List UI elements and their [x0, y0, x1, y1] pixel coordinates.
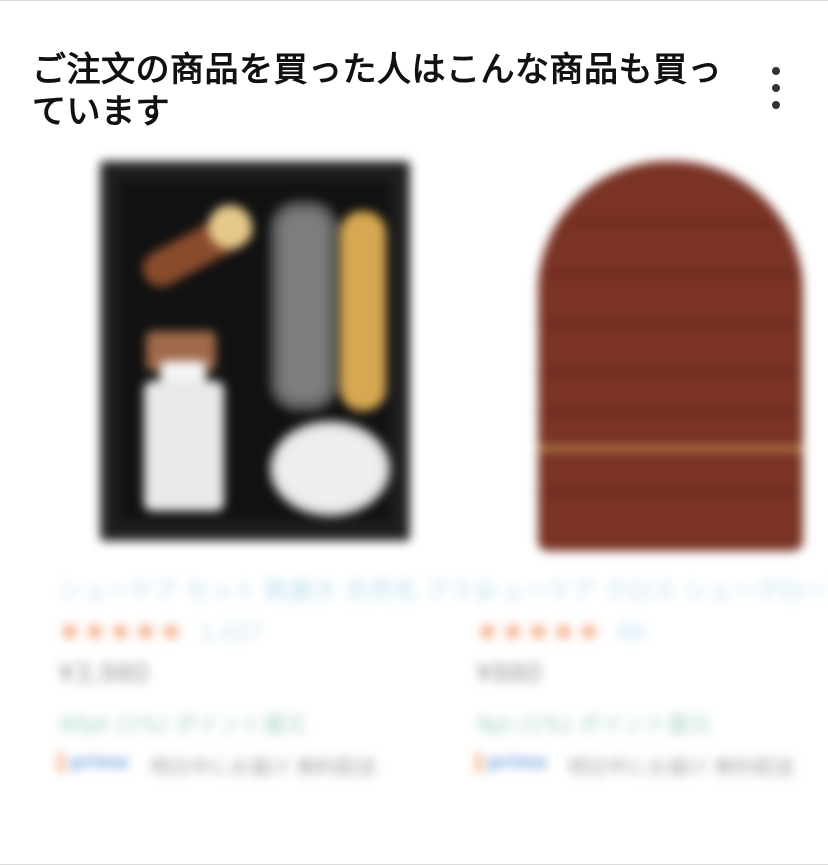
dot [772, 101, 780, 109]
product-price: ¥3,980 [58, 659, 149, 689]
product-image[interactable] [468, 151, 828, 551]
star-rating[interactable]: ★★★★★ [476, 617, 603, 647]
prime-badge: prime [58, 753, 142, 773]
more-vertical-icon[interactable] [756, 63, 796, 113]
points-text: 9pt (1%) ポイント還元 [476, 713, 711, 738]
review-count[interactable]: 86 [618, 621, 646, 646]
review-count[interactable]: 1,427 [200, 621, 263, 646]
delivery-text: 明日中にお届け 無料配送 [568, 755, 795, 779]
product-title-link[interactable]: シューケア クロス シューグローブ [476, 571, 828, 606]
recommendation-widget: ご注文の商品を買った人はこんな商品も買っています シューケア セット 靴磨き 天… [0, 0, 828, 865]
product-card[interactable]: シューケア クロス シューグローブ ★★★★★ 86 ¥880 9pt (1%)… [468, 151, 828, 791]
dot [772, 67, 780, 75]
prime-badge: prime [476, 753, 560, 773]
points-text: 40pt (1%) ポイント還元 [58, 713, 307, 738]
product-title-link[interactable]: シューケア セット 靴磨き 天然毛 ブラシ [58, 571, 496, 606]
shoe-care-kit-image [100, 161, 410, 541]
product-price: ¥880 [476, 659, 543, 689]
product-image[interactable] [50, 151, 420, 551]
delivery-text: 明日中にお届け 無料配送 [150, 755, 377, 779]
widget-title: ご注文の商品を買った人はこんな商品も買っています [32, 50, 722, 132]
star-rating[interactable]: ★★★★★ [58, 617, 185, 647]
dot [772, 84, 780, 92]
shoe-mitt-image [538, 161, 803, 551]
product-card[interactable]: シューケア セット 靴磨き 天然毛 ブラシ ★★★★★ 1,427 ¥3,980… [50, 151, 496, 791]
